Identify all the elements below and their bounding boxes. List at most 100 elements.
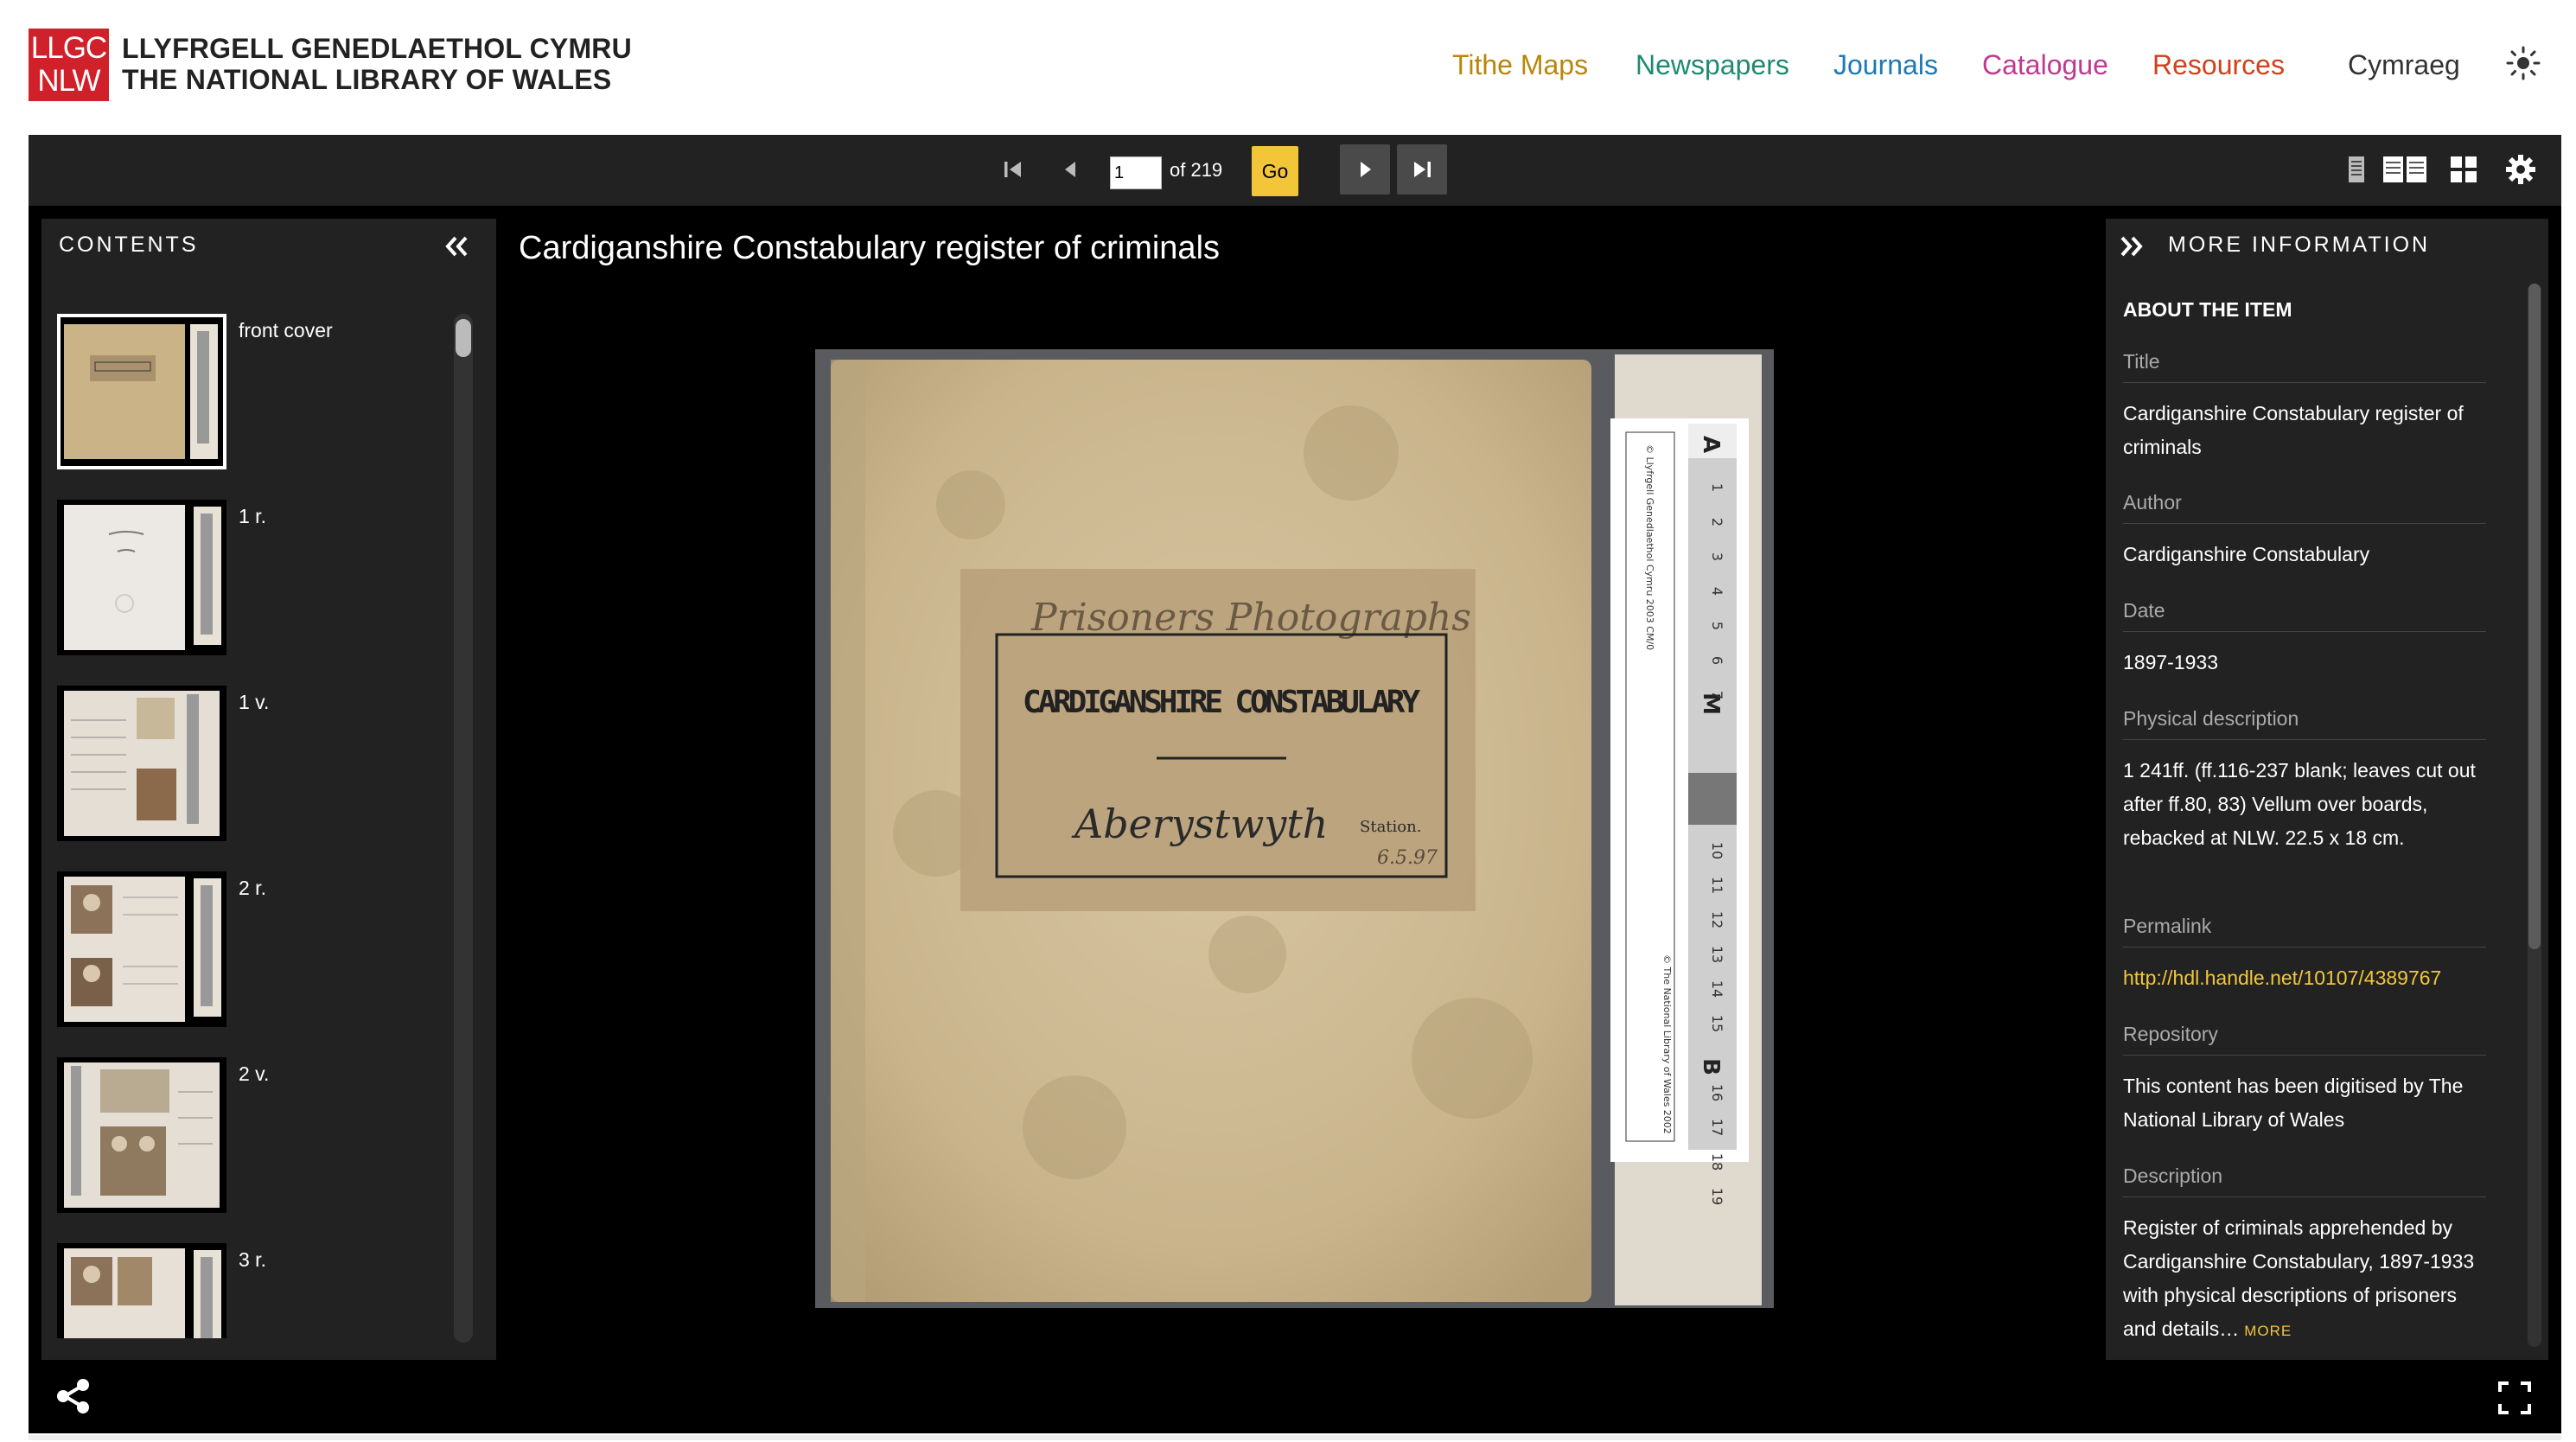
thumbnail-1v[interactable] xyxy=(57,686,226,841)
collapse-contents-button[interactable] xyxy=(439,231,474,262)
thumbnail-2v[interactable] xyxy=(57,1057,226,1213)
field-title-label: Title xyxy=(2123,350,2486,383)
page-number-input[interactable] xyxy=(1110,156,1162,189)
nav-catalogue[interactable]: Catalogue xyxy=(1982,43,2108,86)
gallery-view-button[interactable] xyxy=(2439,144,2489,195)
contents-item-label: 2 r. xyxy=(239,877,266,899)
field-permalink-label: Permalink xyxy=(2123,915,2486,948)
viewer-toolbar: of 219 Go xyxy=(29,135,2561,206)
contents-item-2r[interactable]: 2 r. xyxy=(57,871,420,1040)
contents-item-3r[interactable]: 3 r. xyxy=(57,1243,420,1338)
ruler-number: 4 xyxy=(1709,587,1725,596)
previous-page-button[interactable] xyxy=(1046,144,1096,195)
nav-newspapers[interactable]: Newspapers xyxy=(1636,43,1789,86)
cover-label-station-script: Aberystwyth xyxy=(1071,801,1328,847)
ruler-number: 2 xyxy=(1709,518,1725,526)
field-title-value: Cardiganshire Constabulary register of c… xyxy=(2123,402,2464,458)
contents-item-label: front cover xyxy=(239,319,333,341)
field-author-value: Cardiganshire Constabulary xyxy=(2123,543,2370,565)
field-author-label: Author xyxy=(2123,491,2486,524)
ruler-number: 3 xyxy=(1709,552,1725,561)
contents-item-2v[interactable]: 2 v. xyxy=(57,1057,420,1226)
sun-icon[interactable] xyxy=(2505,45,2541,81)
gallery-view-icon xyxy=(2451,156,2477,182)
logo-line-1: LLGC xyxy=(30,31,107,65)
nav-resources[interactable]: Resources xyxy=(2152,43,2285,86)
nlw-logo[interactable]: LLGC NLW xyxy=(29,29,109,101)
field-repository: Repository This content has been digitis… xyxy=(2123,1023,2486,1137)
field-physical-label: Physical description xyxy=(2123,707,2486,740)
nav-language-cymraeg[interactable]: Cymraeg xyxy=(2348,43,2460,86)
ruler-number: 5 xyxy=(1709,622,1725,630)
share-button[interactable] xyxy=(54,1376,92,1416)
contents-item-front-cover[interactable]: front cover xyxy=(57,314,420,482)
double-chevron-left-icon xyxy=(445,236,468,257)
ruler-number: 17 xyxy=(1709,1119,1725,1136)
contents-scrollbar-thumb[interactable] xyxy=(456,319,471,357)
two-page-view-icon xyxy=(2383,156,2426,182)
ruler-number: 16 xyxy=(1709,1084,1725,1101)
ruler-number: 19 xyxy=(1709,1188,1725,1205)
ruler-number: 15 xyxy=(1709,1015,1725,1032)
collapse-info-button[interactable] xyxy=(2114,231,2149,262)
go-button[interactable]: Go xyxy=(1252,146,1298,196)
permalink-link[interactable]: http://hdl.handle.net/10107/4389767 xyxy=(2123,967,2441,989)
share-icon xyxy=(57,1379,89,1413)
field-physical-value: 1 241ff. (ff.116-237 blank; leaves cut o… xyxy=(2123,759,2476,849)
first-page-button[interactable] xyxy=(988,144,1038,195)
contents-item-1r[interactable]: 1 r. xyxy=(57,500,420,668)
contents-item-label: 3 r. xyxy=(239,1248,266,1271)
field-description-value: Register of criminals apprehended by Car… xyxy=(2123,1211,2486,1348)
cover-label-script: Prisoners Photographs xyxy=(1030,596,1471,640)
ruler-number: 7 xyxy=(1709,691,1725,699)
page-bottom-divider xyxy=(29,1435,2561,1440)
next-page-icon xyxy=(1361,162,1371,177)
field-date: Date 1897-1933 xyxy=(2123,599,2486,680)
description-text: Register of criminals apprehended by Car… xyxy=(2123,1216,2475,1340)
two-page-view-button[interactable] xyxy=(2380,144,2430,195)
library-name[interactable]: LLYFRGELL GENEDLAETHOL CYMRU THE NATIONA… xyxy=(122,33,632,95)
nav-journals[interactable]: Journals xyxy=(1833,43,1938,86)
image-viewer: of 219 Go xyxy=(29,135,2561,1433)
ruler-number: 13 xyxy=(1709,946,1725,963)
more-information-panel: MORE INFORMATION ABOUT THE ITEM Title Ca… xyxy=(2106,219,2548,1360)
field-permalink: Permalink http://hdl.handle.net/10107/43… xyxy=(2123,915,2486,995)
first-page-icon xyxy=(1004,162,1021,177)
thumbnail-2r[interactable] xyxy=(57,871,226,1027)
contents-item-1v[interactable]: 1 v. xyxy=(57,686,420,854)
field-description: Description Register of criminals appreh… xyxy=(2123,1164,2486,1348)
ruler-letter-a: A xyxy=(1698,436,1724,453)
main-page-image[interactable]: Prisoners Photographs CARDIGANSHIRE CONS… xyxy=(815,349,1774,1308)
field-description-label: Description xyxy=(2123,1164,2486,1197)
info-scrollbar[interactable] xyxy=(2528,284,2541,1347)
last-page-button[interactable] xyxy=(1397,144,1447,195)
settings-button[interactable] xyxy=(2496,144,2546,195)
contents-heading: CONTENTS xyxy=(59,233,199,257)
description-more-link[interactable]: MORE xyxy=(2244,1323,2292,1339)
field-title: Title Cardiganshire Constabulary registe… xyxy=(2123,350,2486,464)
ruler-letter-b: B xyxy=(1698,1058,1724,1075)
contents-item-label: 1 v. xyxy=(239,691,270,713)
contents-item-label: 2 v. xyxy=(239,1062,270,1085)
thumbnail-front-cover[interactable] xyxy=(57,314,226,469)
page-count-label: of 219 xyxy=(1170,159,1223,181)
more-information-heading: MORE INFORMATION xyxy=(2168,233,2431,257)
single-page-view-button[interactable] xyxy=(2331,144,2382,195)
field-repository-value: This content has been digitised by The N… xyxy=(2123,1075,2464,1131)
contents-panel: CONTENTS front cover 1 r. 1 v. 2 r. 2 v.… xyxy=(41,219,496,1360)
ruler-number: 11 xyxy=(1709,877,1725,894)
logo-line-2: NLW xyxy=(37,64,100,98)
contents-scrollbar[interactable] xyxy=(454,314,473,1343)
cover-label-title: CARDIGANSHIRE CONSTABULARY xyxy=(1023,685,1420,720)
single-page-view-icon xyxy=(2349,156,2364,182)
fullscreen-button[interactable] xyxy=(2496,1380,2533,1416)
contents-item-label: 1 r. xyxy=(239,505,266,527)
next-page-button[interactable] xyxy=(1340,144,1390,195)
field-date-label: Date xyxy=(2123,599,2486,632)
info-scrollbar-thumb[interactable] xyxy=(2528,284,2541,949)
thumbnail-1r[interactable] xyxy=(57,500,226,655)
nav-tithe-maps[interactable]: Tithe Maps xyxy=(1452,43,1588,86)
thumbnail-3r[interactable] xyxy=(57,1243,226,1338)
settings-gear-icon xyxy=(2506,155,2535,184)
about-the-item-heading: ABOUT THE ITEM xyxy=(2123,298,2292,321)
